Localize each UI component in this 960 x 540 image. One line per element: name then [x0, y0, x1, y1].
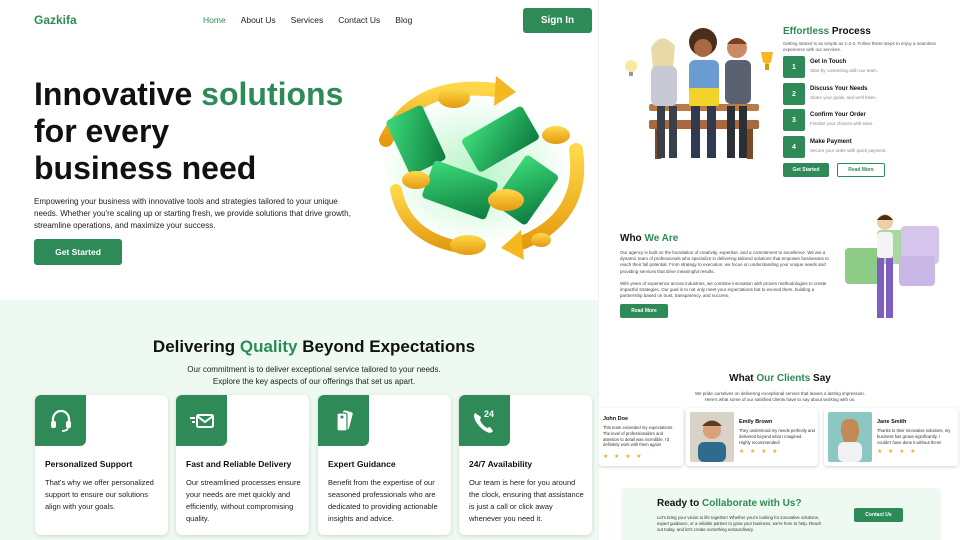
hero-title: Innovative solutions for every business … — [34, 76, 354, 187]
money-cycle-illustration — [379, 76, 585, 260]
collaborate-banner: Ready to Collaborate with Us? Let's brin… — [621, 488, 941, 540]
feature-card-title: Expert Guidance — [328, 459, 396, 469]
testimonial-text: They understood my needs perfectly and d… — [739, 428, 815, 445]
step-text: Start by connecting with our team. — [810, 68, 879, 73]
tag-icon — [318, 395, 369, 446]
rating-stars: ★ ★ ★ ★ — [603, 454, 644, 460]
client-photo — [828, 412, 872, 462]
step-title: Confirm Your Order — [810, 112, 866, 118]
contact-us-button[interactable]: Contact Us — [854, 508, 903, 522]
step-number: 4 — [783, 136, 805, 158]
collaborate-description: Let's bring your vision to life together… — [657, 515, 822, 532]
headset-icon — [35, 395, 86, 446]
feature-card-text: Our team is here for you around the cloc… — [469, 478, 584, 523]
collaborate-title-highlight: Collaborate with Us? — [702, 498, 802, 509]
collaborate-title-part: Ready to — [657, 498, 703, 509]
step-title: Get in Touch — [810, 59, 847, 65]
rating-stars: ★ ★ ★ ★ — [877, 449, 918, 455]
process-step: 2 Discuss Your Needs Share your goals, and… — [783, 83, 953, 105]
feature-card-title: 24/7 Availability — [469, 459, 533, 469]
process-step: 1 Get in Touch Start by connecting with ou… — [783, 56, 953, 78]
fast-mail-icon — [176, 395, 227, 446]
quality-title-highlight: Quality — [239, 337, 298, 356]
nav-home[interactable]: Home — [203, 15, 226, 25]
nav-services[interactable]: Services — [291, 15, 324, 25]
feature-card-text: Our streamlined processes ensure your ne… — [186, 478, 301, 523]
get-started-button[interactable]: Get Started — [34, 239, 122, 265]
process-title: Effortless Process — [783, 26, 871, 37]
process-description: Getting started is as simple as 1-2-3. F… — [783, 41, 936, 52]
feature-card-title: Fast and Reliable Delivery — [186, 459, 292, 469]
process-step: 3 Confirm Your Order Finalize your choices… — [783, 109, 953, 131]
hero-title-line2: for every — [34, 113, 170, 149]
process-read-more-button[interactable]: Read More — [837, 163, 885, 177]
process-step: 4 Make Payment Secure your order with quic… — [783, 136, 953, 158]
testimonial-card: John Doe This team exceeded my expectati… — [599, 408, 683, 466]
clients-title-highlight: Our Clients — [756, 373, 811, 384]
about-paragraph-2: With years of experience across industri… — [620, 281, 827, 299]
quality-desc-line1: Our commitment is to deliver exceptional… — [187, 365, 441, 374]
step-title: Discuss Your Needs — [810, 86, 868, 92]
step-text: Secure your order with quick payment. — [810, 148, 887, 153]
testimonial-name: Emily Brown — [739, 419, 773, 425]
secondary-page: Effortless Process Getting started is as… — [598, 0, 960, 540]
feature-card-text: Benefit from the expertise of our season… — [328, 478, 438, 523]
hero-title-part: Innovative — [34, 76, 202, 112]
step-number: 2 — [783, 83, 805, 105]
feature-card-text: That's why we offer personalized support… — [45, 478, 154, 511]
team-bench-illustration — [625, 28, 773, 159]
quality-title: Delivering Quality Beyond Expectations — [0, 337, 598, 357]
process-title-end: Process — [829, 26, 871, 37]
step-number: 3 — [783, 109, 805, 131]
nav-about[interactable]: About Us — [241, 15, 276, 25]
clients-description: We pride ourselves on delivering excepti… — [659, 391, 901, 403]
feature-card-delivery: Fast and Reliable Delivery Our streamlin… — [176, 395, 309, 535]
about-read-more-button[interactable]: Read More — [620, 304, 668, 318]
quality-title-part: Delivering — [152, 337, 240, 356]
nav-menu: Home About Us Services Contact Us Blog — [203, 15, 412, 25]
about-paragraph-1: Our agency is built on the foundation of… — [620, 250, 829, 274]
step-number: 1 — [783, 56, 805, 78]
clients-title-end: Say — [810, 373, 831, 384]
quality-title-end: Beyond Expectations — [297, 337, 476, 356]
landing-page: Gazkifa Home About Us Services Contact U… — [0, 0, 598, 540]
sign-in-button[interactable]: Sign In — [523, 8, 592, 33]
about-title-highlight: We Are — [644, 233, 679, 244]
clients-desc-line2: Here's what some of our satisfied client… — [704, 397, 856, 402]
testimonial-text: This team exceeded my expectations. The … — [603, 425, 674, 448]
phone-24-icon: 24 — [459, 395, 510, 446]
quality-desc-line2: Explore the key aspects of our offerings… — [212, 376, 416, 386]
process-get-started-button[interactable]: Get Started — [783, 163, 829, 177]
testimonial-card: Emily Brown They understood my needs per… — [686, 408, 818, 466]
nav-blog[interactable]: Blog — [395, 15, 412, 25]
feature-card-title: Personalized Support — [45, 459, 133, 469]
nav-contact[interactable]: Contact Us — [338, 15, 380, 25]
top-navbar: Gazkifa Home About Us Services Contact U… — [0, 0, 598, 44]
about-title-part: Who — [620, 233, 645, 244]
feature-card-support: Personalized Support That's why we offer… — [35, 395, 168, 535]
hero-title-highlight: solutions — [201, 76, 344, 112]
feature-card-availability: 24 24/7 Availability Our team is here fo… — [459, 395, 592, 535]
step-text: Finalize your choices with ease. — [810, 121, 874, 126]
process-title-highlight: Effortless — [783, 26, 830, 37]
svg-text:24: 24 — [484, 409, 494, 419]
hero-title-line3: business need — [34, 150, 257, 186]
step-title: Make Payment — [810, 139, 852, 145]
testimonial-name: Jane Smith — [877, 419, 907, 425]
brand-logo[interactable]: Gazkifa — [34, 13, 77, 27]
puzzle-woman-illustration — [845, 214, 939, 323]
testimonial-text: Thanks to their innovative solutions, my… — [877, 428, 951, 445]
collaborate-title: Ready to Collaborate with Us? — [657, 498, 801, 509]
clients-title-part: What — [729, 373, 757, 384]
client-photo — [690, 412, 734, 462]
hero-description: Empowering your business with innovative… — [34, 197, 351, 230]
testimonial-name: John Doe — [603, 416, 629, 422]
step-text: Share your goals, and we'll listen. — [810, 95, 877, 100]
rating-stars: ★ ★ ★ ★ — [739, 449, 780, 455]
testimonial-card: Jane Smith Thanks to their innovative so… — [824, 408, 958, 466]
about-title: Who We Are — [620, 233, 678, 244]
quality-description: Our commitment is to deliver exceptional… — [0, 364, 598, 387]
clients-title: What Our Clients Say — [599, 373, 960, 384]
feature-card-guidance: Expert Guidance Benefit from the experti… — [318, 395, 451, 535]
